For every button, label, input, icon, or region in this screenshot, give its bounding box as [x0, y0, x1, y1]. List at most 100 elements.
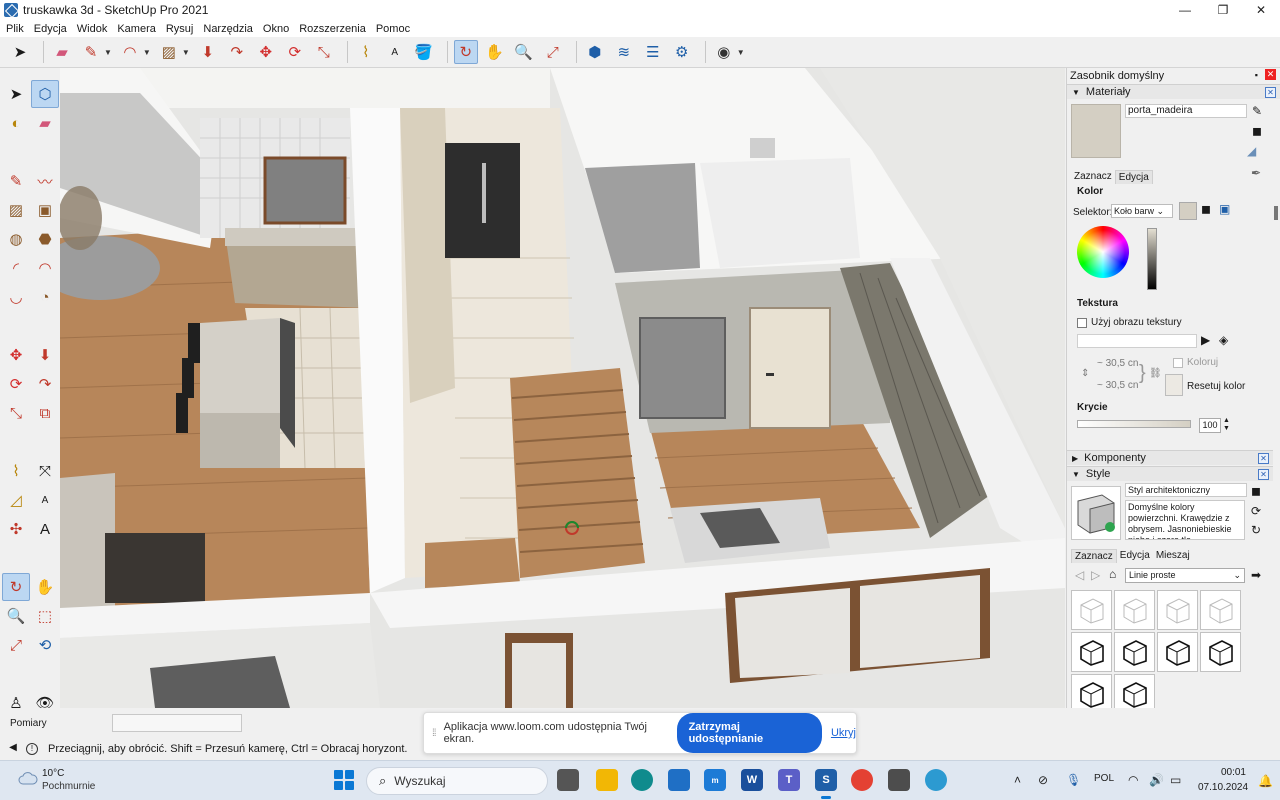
close-panel-icon[interactable]: ✕	[1258, 469, 1269, 480]
opacity-stepper[interactable]: ▲ ▼	[1223, 417, 1230, 433]
move-icon[interactable]: ✥	[2, 341, 30, 369]
scroll-thumb[interactable]	[1274, 206, 1278, 220]
text-icon[interactable]: A	[383, 40, 407, 64]
minimize-button[interactable]: —	[1166, 0, 1204, 20]
3d-text-icon[interactable]: A	[31, 515, 59, 543]
measurements-input[interactable]	[112, 714, 242, 732]
style-box-icon[interactable]: ◼	[1251, 484, 1261, 498]
back-arrow-icon[interactable]: ◁	[1075, 568, 1084, 582]
chevron-down-icon[interactable]: ▼	[143, 48, 151, 57]
rectangle-icon[interactable]: ▨	[2, 196, 30, 224]
microphone-icon[interactable]: 🎙	[1066, 773, 1081, 787]
brightness-slider[interactable]	[1147, 228, 1157, 290]
update-style-icon[interactable]: ⟳	[1251, 504, 1261, 518]
offset-icon[interactable]: ⧉	[31, 399, 59, 427]
globe-app-icon[interactable]	[925, 769, 947, 791]
tape-measure-icon[interactable]: ⌇	[2, 457, 30, 485]
chevron-down-icon[interactable]: ▼	[737, 48, 745, 57]
close-tray-icon[interactable]: ✕	[1265, 69, 1276, 80]
menu-kamera[interactable]: Kamera	[113, 23, 160, 35]
menu-edycja[interactable]: Edycja	[30, 23, 71, 35]
style-thumbnail-cell[interactable]	[1200, 632, 1241, 672]
scale-icon[interactable]: ⤡	[2, 399, 30, 427]
tab-mieszaj[interactable]: Mieszaj	[1153, 549, 1193, 563]
chevron-down-icon[interactable]: ▼	[182, 48, 190, 57]
status-arrow-icon[interactable]: ◀	[7, 743, 19, 755]
teams-icon[interactable]: T	[778, 769, 800, 791]
close-button[interactable]: ✕	[1242, 0, 1280, 20]
component-icon[interactable]: ⬡	[31, 80, 59, 108]
materials-panel-header[interactable]: ▼ Materiały ✕	[1067, 84, 1280, 99]
zoom-window-icon[interactable]: ⬚	[31, 602, 59, 630]
freehand-icon[interactable]: 〰	[31, 167, 59, 195]
polygon-icon[interactable]: ⬣	[31, 225, 59, 253]
two-point-arc-icon[interactable]: ◠	[31, 254, 59, 282]
tab-zaznacz[interactable]: Zaznacz	[1071, 549, 1117, 563]
task-view-icon[interactable]	[557, 769, 579, 791]
reset-color-swatch[interactable]	[1165, 374, 1183, 396]
store-icon[interactable]	[668, 769, 690, 791]
pan-icon[interactable]: ✋	[483, 40, 507, 64]
arc-icon[interactable]: ◜	[2, 254, 30, 282]
chevron-up-icon[interactable]: ˄	[1014, 773, 1021, 787]
close-panel-icon[interactable]: ✕	[1258, 453, 1269, 464]
zoom-icon[interactable]: 🔍	[2, 602, 30, 630]
pin-icon[interactable]: ▪	[1255, 70, 1258, 80]
sample-paint-icon[interactable]: ◢	[1247, 144, 1256, 158]
drag-handle-icon[interactable]: ⁞⁞	[432, 728, 436, 739]
wifi-icon[interactable]: ◠	[1128, 773, 1138, 787]
match-color-screen-icon[interactable]: ▣	[1219, 202, 1230, 216]
layout-icon[interactable]: ☰	[641, 40, 665, 64]
menu-narzedzia[interactable]: Narzędzia	[199, 23, 257, 35]
move-icon[interactable]: ✥	[254, 40, 278, 64]
style-thumbnail-cell[interactable]	[1157, 632, 1198, 672]
paint-bucket-icon[interactable]: ◐	[2, 109, 30, 137]
circle-icon[interactable]: ◍	[2, 225, 30, 253]
menu-okno[interactable]: Okno	[259, 23, 293, 35]
material-name-field[interactable]: porta_madeira	[1125, 104, 1247, 118]
style-name-field[interactable]: Styl architektoniczny	[1125, 483, 1247, 497]
edit-texture-icon[interactable]: ◈	[1219, 333, 1228, 347]
calculator-icon[interactable]	[888, 769, 910, 791]
arc-icon[interactable]: ◠	[118, 40, 142, 64]
style-thumbnail-cell[interactable]	[1071, 674, 1112, 708]
orbit-icon[interactable]: ↻	[453, 40, 478, 64]
follow-me-icon[interactable]: ↷	[31, 370, 59, 398]
style-collection-dropdown[interactable]: Linie proste ⌄	[1125, 568, 1245, 583]
forward-arrow-icon[interactable]: ▷	[1091, 568, 1100, 582]
weather-description[interactable]: Pochmurnie	[42, 781, 95, 792]
menu-rozszerzenia[interactable]: Rozszerzenia	[295, 23, 370, 35]
browse-folder-icon[interactable]: ▶	[1201, 333, 1210, 347]
opacity-input[interactable]: 100	[1199, 418, 1221, 433]
profile-icon[interactable]: ◉	[712, 40, 736, 64]
chain-link-icon[interactable]: ⛓	[1149, 368, 1162, 379]
material-box-icon[interactable]: ◼	[1252, 124, 1262, 138]
close-panel-icon[interactable]: ✕	[1265, 87, 1276, 98]
rotate-icon[interactable]: ⟳	[283, 40, 307, 64]
style-thumbnail-cell[interactable]	[1157, 590, 1198, 630]
style-thumbnail-cell[interactable]	[1114, 632, 1155, 672]
opacity-slider[interactable]	[1077, 420, 1191, 428]
style-thumbnail-cell[interactable]	[1200, 590, 1241, 630]
select-icon[interactable]: ➤	[8, 40, 32, 64]
mbank-app-icon[interactable]: m	[704, 769, 726, 791]
three-point-arc-icon[interactable]: ◡	[2, 283, 30, 311]
eyedropper-icon[interactable]: ✒	[1251, 166, 1261, 180]
menu-rysuj[interactable]: Rysuj	[162, 23, 198, 35]
previous-view-icon[interactable]: ⟲	[31, 631, 59, 659]
tape-measure-icon[interactable]: ⌇	[354, 40, 378, 64]
eraser-icon[interactable]: ▰	[31, 109, 59, 137]
rotated-rectangle-icon[interactable]: ▣	[31, 196, 59, 224]
axes-icon[interactable]: ✣	[2, 515, 30, 543]
cloud-icon[interactable]	[18, 771, 38, 785]
extension-manager-icon[interactable]: ⚙	[670, 40, 694, 64]
notification-bell-icon[interactable]: 🔔	[1258, 774, 1273, 788]
maximize-button[interactable]: ❐	[1204, 0, 1242, 20]
volume-icon[interactable]: 🔊	[1149, 773, 1164, 787]
info-icon[interactable]: !	[26, 743, 38, 755]
battery-icon[interactable]: ▭	[1170, 773, 1181, 787]
create-material-icon[interactable]: ✎	[1252, 104, 1262, 118]
selector-dropdown[interactable]: Koło barw ⌄	[1111, 204, 1173, 218]
sketchup-taskbar-icon[interactable]: S	[815, 769, 837, 799]
file-explorer-icon[interactable]	[596, 769, 618, 791]
